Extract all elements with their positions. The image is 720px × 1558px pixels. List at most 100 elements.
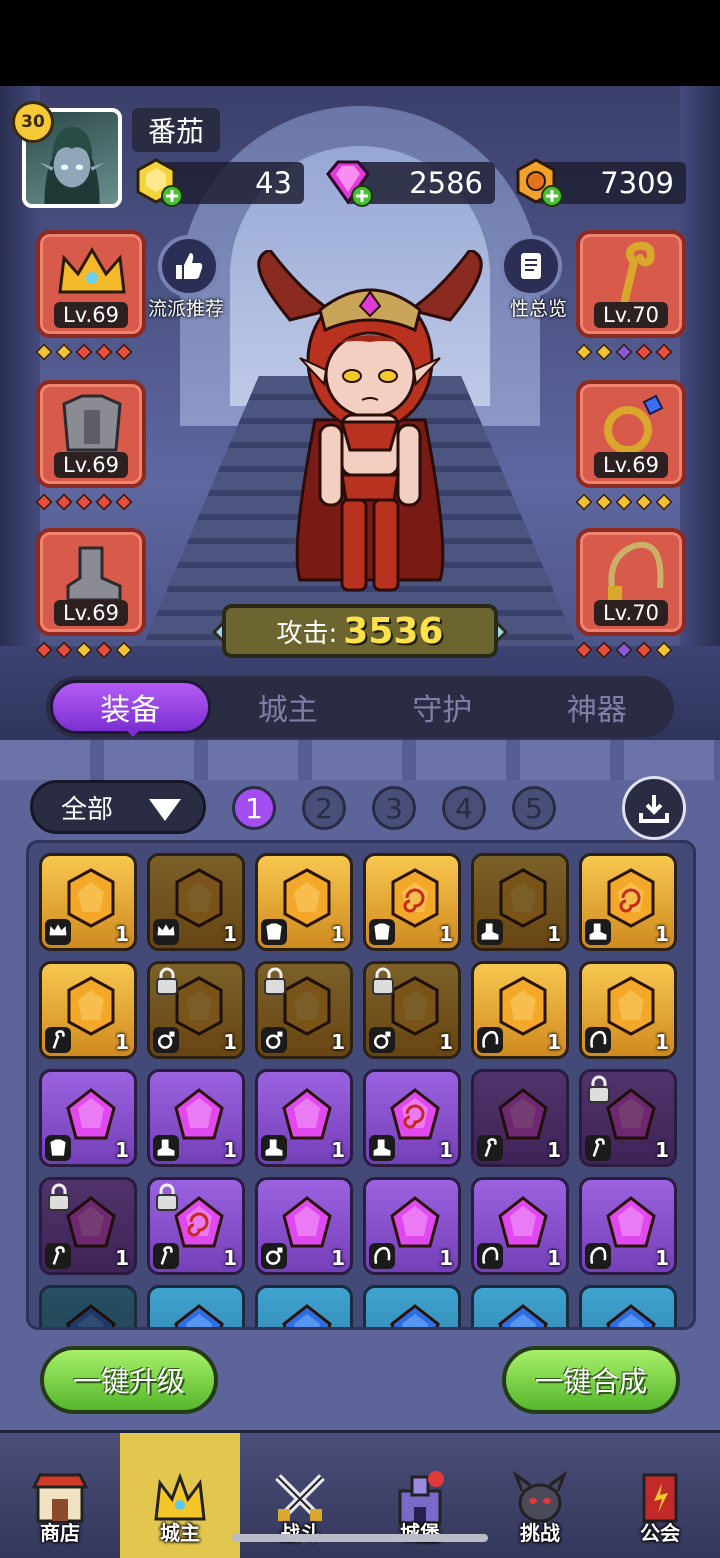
gold-gem-icon xyxy=(391,868,439,928)
whip-type-icon xyxy=(369,1243,395,1269)
equip-slot-staff[interactable]: Lv.70 xyxy=(576,230,686,338)
purple-gem-icon xyxy=(606,1088,656,1140)
inventory-item[interactable]: 1 xyxy=(147,961,245,1059)
inventory-item[interactable]: 1 xyxy=(579,1069,677,1167)
inventory-item[interactable]: 1 xyxy=(363,1177,461,1275)
inventory-item[interactable]: 1 xyxy=(363,853,461,951)
inventory-item[interactable] xyxy=(39,1285,137,1327)
equip-slot-boot[interactable]: Lv.69 xyxy=(36,528,146,636)
equip-slot-armor[interactable]: Lv.69 xyxy=(36,380,146,488)
equip-slot-crown[interactable]: Lv.69 xyxy=(36,230,146,338)
inventory-item[interactable]: 1 xyxy=(471,1177,569,1275)
inventory-item[interactable]: 1 xyxy=(363,1069,461,1167)
slot-level: Lv.70 xyxy=(594,600,668,626)
item-count: 1 xyxy=(223,922,237,946)
tab-lord[interactable]: 城主 xyxy=(211,685,366,729)
blue-gem-icon xyxy=(66,1304,116,1327)
page-button-2[interactable]: 2 xyxy=(302,786,346,830)
orange-coin-add-icon[interactable] xyxy=(512,156,564,208)
inventory-item[interactable]: 1 xyxy=(471,961,569,1059)
rarity-dot xyxy=(655,343,673,361)
tab-artifact[interactable]: 神器 xyxy=(520,685,675,729)
staff-type-icon xyxy=(45,1027,71,1053)
nav-shop[interactable]: 商店 xyxy=(0,1433,120,1558)
item-count: 1 xyxy=(331,1030,345,1054)
item-count: 1 xyxy=(115,1030,129,1054)
inventory-item[interactable]: 1 xyxy=(39,853,137,951)
gold-gem-icon xyxy=(607,976,655,1036)
inventory-item[interactable]: 1 xyxy=(147,853,245,951)
gold-gem-icon xyxy=(67,868,115,928)
rarity-dot xyxy=(35,343,53,361)
item-count: 1 xyxy=(223,1138,237,1162)
page-button-5[interactable]: 5 xyxy=(512,786,556,830)
nav-guild-banner[interactable]: 公会 xyxy=(600,1433,720,1558)
item-count: 1 xyxy=(547,1246,561,1270)
inventory-item[interactable]: 1 xyxy=(471,1069,569,1167)
tab-guardian[interactable]: 守护 xyxy=(365,685,520,729)
inventory-item[interactable]: 1 xyxy=(255,961,353,1059)
inventory-item[interactable]: 1 xyxy=(39,1069,137,1167)
tab-equipment[interactable]: 装备 xyxy=(50,680,211,737)
rarity-dots-right-2 xyxy=(575,493,673,512)
purple-gem-icon xyxy=(606,1196,656,1248)
upgrade-all-button[interactable]: 一键升级 xyxy=(40,1346,218,1414)
inventory-item[interactable]: 1 xyxy=(255,853,353,951)
equip-slot-whip[interactable]: Lv.70 xyxy=(576,528,686,636)
inventory-item[interactable]: 1 xyxy=(363,961,461,1059)
inventory-item[interactable]: 1 xyxy=(255,1177,353,1275)
item-count: 1 xyxy=(655,1246,669,1270)
purple-gem-icon xyxy=(390,1196,440,1248)
page-button-3[interactable]: 3 xyxy=(372,786,416,830)
inventory-item[interactable]: 1 xyxy=(147,1069,245,1167)
inventory-item[interactable]: 1 xyxy=(39,1177,137,1275)
inventory-item[interactable]: 1 xyxy=(579,1177,677,1275)
slot-level: Lv.69 xyxy=(54,302,128,328)
hero-character[interactable] xyxy=(230,250,510,630)
crown-type-icon xyxy=(153,919,179,945)
inventory-item[interactable]: 1 xyxy=(579,853,677,951)
page-button-4[interactable]: 4 xyxy=(442,786,486,830)
rarity-dots-left-2 xyxy=(35,493,133,512)
ring-type-icon xyxy=(153,1027,179,1053)
whip-type-icon xyxy=(585,1243,611,1269)
nav-crown[interactable]: 城主 xyxy=(120,1433,240,1558)
thumbs-up-icon xyxy=(176,253,203,279)
purple-gem-icon xyxy=(282,1196,332,1248)
inventory-item[interactable] xyxy=(255,1285,353,1327)
ring-type-icon xyxy=(261,1243,287,1269)
inventory-item[interactable]: 1 xyxy=(579,961,677,1059)
inventory-item[interactable]: 1 xyxy=(147,1177,245,1275)
recommend-build-label: 流派推荐 xyxy=(148,298,225,320)
inventory-item[interactable]: 1 xyxy=(39,961,137,1059)
gold-gem-icon xyxy=(283,976,331,1036)
inventory-item[interactable] xyxy=(363,1285,461,1327)
attribute-overview-button[interactable] xyxy=(500,235,562,297)
boot-type-icon xyxy=(369,1135,395,1161)
slot-level: Lv.69 xyxy=(54,600,128,626)
armor-type-icon xyxy=(261,919,287,945)
inventory-item[interactable]: 1 xyxy=(471,853,569,951)
purple-gem-icon xyxy=(498,1196,548,1248)
item-count: 1 xyxy=(115,922,129,946)
inventory-item[interactable]: 1 xyxy=(255,1069,353,1167)
inventory-item[interactable] xyxy=(471,1285,569,1327)
orange-coin-currency-value: 7309 xyxy=(600,166,674,200)
purple-gem-icon xyxy=(282,1088,332,1140)
equip-slot-ring[interactable]: Lv.69 xyxy=(576,380,686,488)
filter-dropdown[interactable]: 全部 xyxy=(30,780,206,834)
inventory-item[interactable] xyxy=(147,1285,245,1327)
player-name[interactable]: 番茄 xyxy=(132,108,220,152)
pink-gem-add-icon[interactable] xyxy=(322,156,374,208)
gold-hex-add-icon[interactable] xyxy=(132,156,184,208)
inventory-item[interactable] xyxy=(579,1285,677,1327)
merge-all-button[interactable]: 一键合成 xyxy=(502,1346,680,1414)
whip-type-icon xyxy=(477,1027,503,1053)
unequip-all-button[interactable] xyxy=(622,776,686,840)
rarity-dot xyxy=(115,641,133,659)
nav-demon[interactable]: 挑战 xyxy=(480,1433,600,1558)
recommend-build-button[interactable] xyxy=(158,235,220,297)
lock-icon xyxy=(372,967,394,995)
page-button-1[interactable]: 1 xyxy=(232,786,276,830)
rarity-dot xyxy=(115,343,133,361)
